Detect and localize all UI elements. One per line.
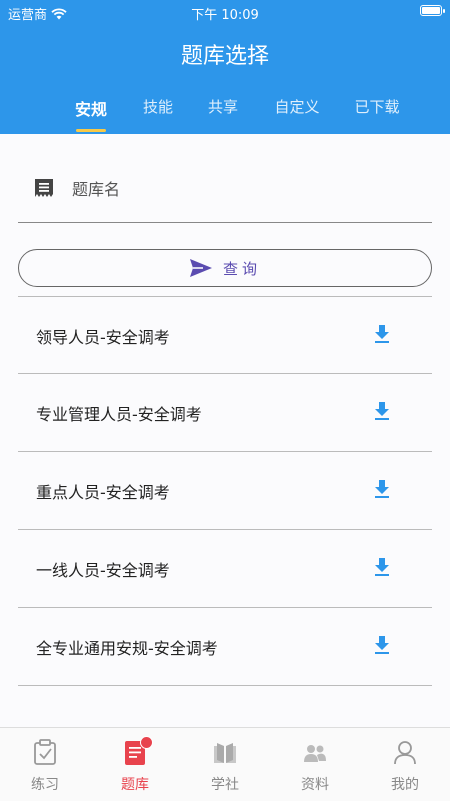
tab-label: 技能 <box>142 98 174 116</box>
page-title: 题库选择 <box>180 44 269 69</box>
tabbar-label: 题库 <box>121 777 149 793</box>
battery-icon <box>420 5 445 16</box>
notification-badge <box>140 736 153 749</box>
download-icon[interactable] <box>374 401 390 421</box>
bank-name-input[interactable] <box>70 176 404 202</box>
practice-icon <box>34 739 56 765</box>
people-icon <box>304 745 326 762</box>
tabbar-label: 练习 <box>31 777 59 793</box>
tab-custom[interactable]: 自定义 <box>274 96 319 117</box>
category-tabs: 安规 技能 共享 自定义 已下载 <box>0 96 450 134</box>
tab-shared[interactable]: 共享 <box>208 96 238 117</box>
tabbar-label: 我的 <box>391 777 419 793</box>
tab-safety-rules[interactable]: 安规 <box>74 96 108 132</box>
item-label: 专业管理人员-安全调考 <box>36 405 202 424</box>
bottom-tab-bar: 练习 题库 学社 资料 我的 <box>0 727 450 801</box>
tabbar-label: 资料 <box>301 777 329 793</box>
tabbar-materials[interactable]: 资料 <box>270 728 360 801</box>
tab-label: 共享 <box>207 98 239 116</box>
header: 运营商 下午 10:09 题库选择 安规 技能 共享 自定义 已下载 <box>0 0 450 134</box>
status-time: 下午 10:09 <box>191 8 259 23</box>
send-icon <box>189 259 212 277</box>
item-label: 全专业通用安规-安全调考 <box>36 639 218 658</box>
tabbar-label: 学社 <box>211 777 239 793</box>
list-item[interactable]: 全专业通用安规-安全调考 <box>18 608 432 685</box>
status-bar: 运营商 下午 10:09 <box>0 0 450 24</box>
query-button[interactable]: 查询 <box>18 249 432 287</box>
tabbar-practice[interactable]: 练习 <box>0 728 90 801</box>
download-icon[interactable] <box>374 635 390 655</box>
tab-label: 安规 <box>74 100 108 119</box>
list-item[interactable]: 一线人员-安全调考 <box>18 530 432 607</box>
download-icon[interactable] <box>374 479 390 499</box>
tabbar-study-club[interactable]: 学社 <box>180 728 270 801</box>
list-item[interactable]: 重点人员-安全调考 <box>18 452 432 529</box>
profile-icon <box>394 741 416 765</box>
tabbar-question-bank[interactable]: 题库 <box>90 728 180 801</box>
divider <box>18 685 432 686</box>
item-label: 领导人员-安全调考 <box>36 328 170 347</box>
battery-level <box>422 7 440 14</box>
tabbar-profile[interactable]: 我的 <box>360 728 450 801</box>
tab-downloaded[interactable]: 已下载 <box>354 96 399 117</box>
active-tab-indicator <box>75 129 106 132</box>
query-label: 查询 <box>222 259 261 278</box>
list-item[interactable]: 领导人员-安全调考 <box>18 297 432 374</box>
item-label: 一线人员-安全调考 <box>36 561 170 580</box>
download-icon[interactable] <box>374 557 390 577</box>
tab-label: 自定义 <box>274 98 320 116</box>
document-list-icon <box>35 179 53 197</box>
tab-skills[interactable]: 技能 <box>143 96 173 117</box>
search-row <box>18 168 432 223</box>
item-label: 重点人员-安全调考 <box>36 483 170 502</box>
download-icon[interactable] <box>374 324 390 344</box>
list-item[interactable]: 专业管理人员-安全调考 <box>18 374 432 451</box>
tab-label: 已下载 <box>354 98 400 116</box>
book-icon <box>214 743 236 763</box>
